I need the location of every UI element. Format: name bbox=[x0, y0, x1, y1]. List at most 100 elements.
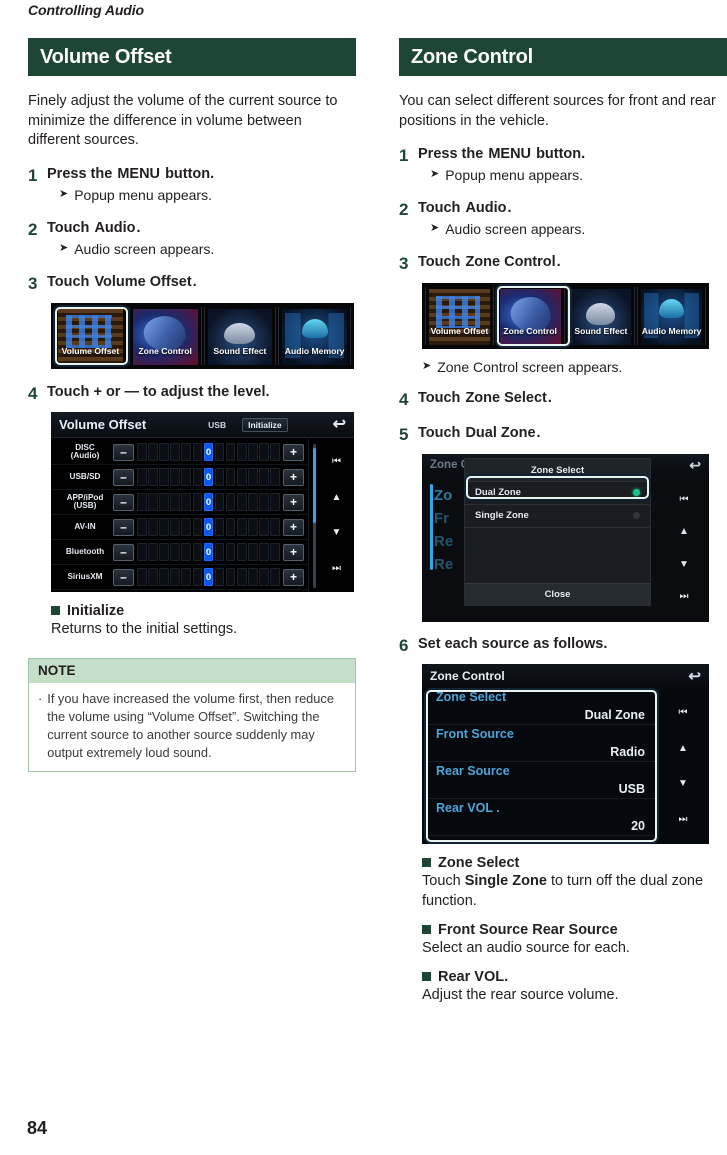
menu-tile-sound-effect[interactable]: Sound Effect bbox=[203, 306, 277, 365]
decrease-button[interactable]: – bbox=[113, 443, 134, 461]
ghost-row: Re bbox=[434, 556, 454, 574]
list-item[interactable]: Front Source Radio bbox=[426, 725, 657, 763]
level-bar[interactable]: 0 bbox=[137, 543, 280, 562]
bullet-description: Select an audio source for each. bbox=[422, 939, 630, 956]
back-arrow-icon[interactable]: ↩ bbox=[333, 416, 346, 433]
row-label: APP/iPod (USB) bbox=[66, 492, 104, 511]
step-text: Set each source as follows. bbox=[418, 635, 608, 652]
initialize-button[interactable]: Initialize bbox=[242, 417, 288, 432]
page-number: 84 bbox=[27, 1118, 48, 1138]
row-value: 0 bbox=[203, 468, 214, 487]
step-result: ➤ Popup menu appears. bbox=[59, 186, 356, 204]
increase-button[interactable]: + bbox=[283, 443, 304, 461]
step-number: 2 bbox=[399, 200, 409, 220]
back-arrow-icon[interactable]: ↩ bbox=[689, 458, 701, 472]
increase-button[interactable]: + bbox=[283, 468, 304, 486]
level-bar[interactable]: 0 bbox=[137, 493, 280, 512]
menu-tile-sound-effect[interactable]: Sound Effect bbox=[566, 286, 636, 345]
increase-button[interactable]: + bbox=[283, 518, 304, 536]
step-text: Touch Dual Zone. bbox=[418, 424, 727, 443]
decrease-button[interactable]: – bbox=[113, 543, 134, 561]
menu-tile-volume-offset[interactable]: Volume Offset bbox=[425, 286, 494, 345]
table-row: SiriusXM – 0 + bbox=[51, 565, 308, 591]
square-bullet-icon bbox=[422, 924, 431, 934]
row-value: 0 bbox=[203, 568, 214, 587]
step-text: Press the MENU button. bbox=[418, 145, 727, 164]
step-text-post: . bbox=[507, 200, 512, 217]
scroll-bottom-icon[interactable]: ⏭ bbox=[680, 592, 689, 602]
volume-offset-screenshot: Volume Offset USB Initialize ↩ DISC (Audi… bbox=[51, 412, 354, 593]
running-head: Controlling Audio bbox=[28, 2, 144, 18]
level-bar[interactable]: 0 bbox=[137, 443, 280, 462]
row-label: DISC (Audio) bbox=[70, 442, 100, 461]
right-column: Zone Control You can select different so… bbox=[399, 38, 727, 1006]
scroll-bottom-icon[interactable]: ⏭ bbox=[679, 814, 688, 825]
table-row: Bluetooth – 0 + bbox=[51, 540, 308, 566]
step-text-post: . bbox=[536, 424, 541, 441]
list-item[interactable]: Rear VOL . 20 bbox=[426, 799, 657, 837]
scroll-bottom-icon[interactable]: ⏭ bbox=[332, 563, 341, 574]
list-item[interactable]: Rear Source USB bbox=[426, 762, 657, 800]
row-value: Dual Zone bbox=[584, 708, 645, 723]
decrease-button[interactable]: – bbox=[113, 493, 134, 511]
menu-tile-label: Zone Control bbox=[138, 345, 192, 356]
menu-tile-label: Audio Memory bbox=[641, 325, 702, 336]
decrease-button[interactable]: – bbox=[113, 568, 134, 586]
scroll-arrow-group: ⏮ ▲ ▼ ⏭ bbox=[309, 438, 354, 592]
menu-tile-zone-control[interactable]: Zone Control bbox=[128, 306, 202, 365]
decrease-button[interactable]: – bbox=[113, 468, 134, 486]
section-title: Volume Offset bbox=[40, 46, 172, 68]
option-dual-zone[interactable]: Dual Zone bbox=[465, 482, 650, 505]
scroll-top-icon[interactable]: ⏮ bbox=[680, 494, 689, 505]
option-single-zone[interactable]: Single Zone bbox=[465, 505, 650, 528]
table-row: USB/SD – 0 + bbox=[51, 465, 308, 491]
step-text-pre: Touch bbox=[47, 383, 90, 400]
step-result-text: Popup menu appears. bbox=[445, 166, 583, 183]
bullet-heading-zone-select: Zone Select bbox=[422, 855, 727, 871]
step-number: 3 bbox=[28, 273, 38, 293]
background-list-ghost: Zo Fr Re Re bbox=[434, 484, 453, 577]
scroll-down-icon[interactable]: ▼ bbox=[679, 559, 689, 570]
list-item[interactable]: Zone Select Dual Zone bbox=[426, 688, 657, 726]
section-header-zone-control: Zone Control bbox=[399, 38, 727, 76]
level-bar[interactable]: 0 bbox=[137, 568, 280, 587]
menu-tile-zone-control[interactable]: Zone Control bbox=[495, 286, 565, 345]
scroll-down-icon[interactable]: ▼ bbox=[332, 528, 342, 538]
scroll-up-icon[interactable]: ▲ bbox=[679, 527, 689, 537]
ghost-row: Fr bbox=[434, 509, 449, 527]
radio-selected-icon bbox=[633, 489, 640, 497]
step-text-post: button. bbox=[165, 165, 215, 182]
menu-tile-volume-offset[interactable]: Volume Offset bbox=[54, 306, 127, 365]
square-bullet-icon bbox=[422, 858, 431, 868]
manual-page: Controlling Audio Volume Offset Finely a… bbox=[0, 0, 727, 1155]
bullet-desc-pre: Touch bbox=[422, 873, 461, 890]
scroll-down-icon[interactable]: ▼ bbox=[678, 779, 688, 789]
close-button[interactable]: Close bbox=[465, 582, 650, 605]
increase-button[interactable]: + bbox=[283, 568, 304, 586]
level-bar[interactable]: 0 bbox=[137, 518, 280, 537]
intro-paragraph: You can select different sources for fro… bbox=[399, 93, 716, 129]
step-text-pre: Press the bbox=[418, 146, 484, 163]
bullet-heading-text: Rear VOL. bbox=[438, 969, 509, 986]
increase-button[interactable]: + bbox=[283, 493, 304, 511]
step-keyword: MENU bbox=[488, 146, 532, 163]
decrease-button[interactable]: – bbox=[113, 518, 134, 536]
menu-tile-audio-memory[interactable]: Audio Memory bbox=[278, 306, 351, 365]
level-bar[interactable]: 0 bbox=[137, 468, 280, 487]
volume-offset-rows: DISC (Audio) – 0 + USB/SD – 0 + APP/iPod… bbox=[51, 438, 308, 592]
scroll-up-icon[interactable]: ▲ bbox=[332, 492, 342, 503]
back-arrow-icon[interactable]: ↩ bbox=[688, 669, 701, 684]
menu-tile-audio-memory[interactable]: Audio Memory bbox=[637, 286, 706, 345]
left-column: Volume Offset Finely adjust the volume o… bbox=[28, 38, 356, 773]
increase-button[interactable]: + bbox=[283, 543, 304, 561]
zone-select-dialog-screenshot: Zone Control ↩ Zo Fr Re Re Zone Select D… bbox=[422, 453, 709, 622]
scroll-up-icon[interactable]: ▲ bbox=[678, 743, 688, 754]
result-arrow-icon: ➤ bbox=[59, 241, 69, 254]
step-keyword: + or — bbox=[93, 383, 139, 400]
step-keyword: Audio bbox=[94, 219, 136, 236]
scroll-top-icon[interactable]: ⏮ bbox=[332, 457, 341, 467]
scroll-top-icon[interactable]: ⏮ bbox=[679, 708, 688, 718]
bullet-heading-rear-vol: Rear VOL. bbox=[422, 969, 727, 985]
bullet-heading-text: Initialize bbox=[67, 603, 125, 620]
menu-tile-label: Sound Effect bbox=[213, 345, 267, 356]
